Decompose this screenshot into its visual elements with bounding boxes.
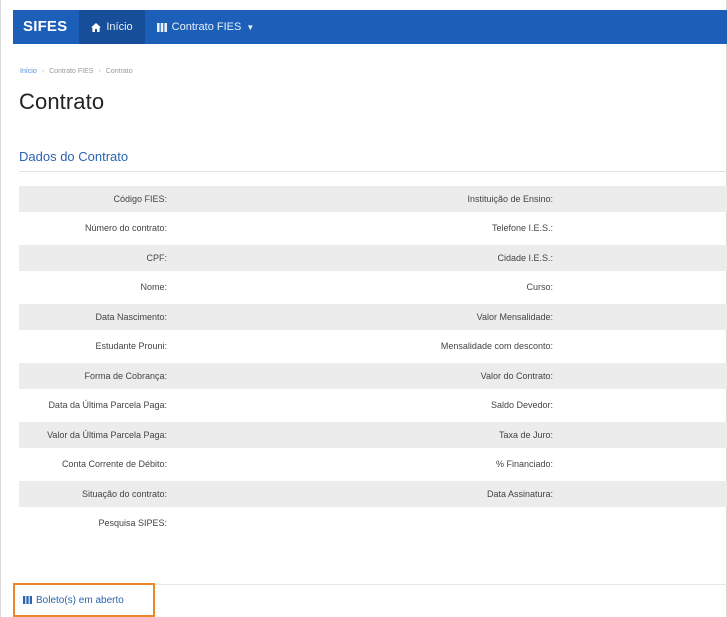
field-label: Data Nascimento: xyxy=(19,304,171,330)
field-label: Valor do Contrato: xyxy=(355,363,557,389)
table-icon xyxy=(23,596,32,604)
nav-menu-label: Contrato FIES xyxy=(171,21,242,33)
field-label: Forma de Cobrança: xyxy=(19,363,171,389)
field-row: CPF: Cidade I.E.S.: xyxy=(19,245,727,271)
field-value xyxy=(171,481,355,507)
field-row: Estudante Prouni: Mensalidade com descont… xyxy=(19,334,727,360)
boleto-highlight-box: Boleto(s) em aberto xyxy=(13,583,155,617)
field-value xyxy=(557,245,727,271)
field-value xyxy=(557,363,727,389)
field-value xyxy=(557,481,727,507)
field-row: Número do contrato: Telefone I.E.S.: xyxy=(19,216,727,242)
field-label: Conta Corrente de Débito: xyxy=(61,459,167,470)
page-frame: SIFES Início Contrato FIES ▼ Início › Cont… xyxy=(0,0,727,617)
brand-logo[interactable]: SIFES xyxy=(13,10,79,44)
field-value xyxy=(557,393,727,419)
field-value xyxy=(557,216,727,242)
field-row: Data da Última Parcela Paga: Saldo Devedo… xyxy=(19,393,727,419)
field-value xyxy=(171,393,355,419)
field-label: Pesquisa SIPES: xyxy=(98,518,167,529)
contract-fields-table: Código FIES: Instituição de Ensino: Número… xyxy=(19,186,727,540)
home-icon xyxy=(91,22,102,32)
boletos-em-aberto-link[interactable]: Boleto(s) em aberto xyxy=(23,595,124,606)
breadcrumb-home[interactable]: Início xyxy=(20,68,37,75)
field-label: Cidade I.E.S.: xyxy=(355,245,557,271)
nav-home[interactable]: Início xyxy=(79,10,145,44)
field-label: Código FIES: xyxy=(19,186,171,212)
top-navbar: SIFES Início Contrato FIES ▼ xyxy=(13,10,727,44)
field-label: CPF: xyxy=(19,245,171,271)
field-value xyxy=(557,422,727,448)
field-value xyxy=(557,452,727,478)
field-value xyxy=(171,275,355,301)
field-row: Conta Corrente de Débito: % Financiado: xyxy=(19,452,727,478)
field-value xyxy=(171,363,355,389)
field-row: Nome: Curso: xyxy=(19,275,727,301)
field-row: Forma de Cobrança: Valor do Contrato: xyxy=(19,363,727,389)
field-value xyxy=(171,334,355,360)
field-label: Mensalidade com desconto: xyxy=(440,341,553,352)
field-label: Valor da Última Parcela Paga: xyxy=(19,422,171,448)
field-label: Saldo Devedor: xyxy=(490,400,553,411)
field-label: Telefone I.E.S.: xyxy=(491,223,553,234)
field-value xyxy=(557,186,727,212)
field-label: Nome: xyxy=(140,282,167,293)
breadcrumb-contrato-fies[interactable]: Contrato FIES xyxy=(49,68,93,75)
field-row: Valor da Última Parcela Paga: Taxa de Jur… xyxy=(19,422,727,448)
nav-contrato-fies-menu[interactable]: Contrato FIES ▼ xyxy=(145,10,267,44)
field-row: Situação do contrato: Data Assinatura: xyxy=(19,481,727,507)
field-value xyxy=(557,275,727,301)
field-label: Situação do contrato: xyxy=(19,481,171,507)
field-value xyxy=(557,511,727,537)
field-label: % Financiado: xyxy=(495,459,553,470)
field-label: Curso: xyxy=(526,282,553,293)
breadcrumb: Início › Contrato FIES › Contrato xyxy=(20,68,133,75)
field-label xyxy=(355,511,557,537)
field-value xyxy=(557,304,727,330)
breadcrumb-separator: › xyxy=(41,68,45,75)
field-value xyxy=(171,452,355,478)
field-row: Código FIES: Instituição de Ensino: xyxy=(19,186,727,212)
field-value xyxy=(171,304,355,330)
field-row: Pesquisa SIPES: xyxy=(19,511,727,537)
field-label: Taxa de Juro: xyxy=(355,422,557,448)
table-icon xyxy=(156,22,167,32)
field-value xyxy=(171,511,355,537)
field-row: Data Nascimento: Valor Mensalidade: xyxy=(19,304,727,330)
divider xyxy=(19,171,727,172)
breadcrumb-current: Contrato xyxy=(105,68,133,75)
field-label: Data Assinatura: xyxy=(355,481,557,507)
field-label: Estudante Prouni: xyxy=(95,341,167,352)
page-title: Contrato xyxy=(19,89,105,114)
field-label: Número do contrato: xyxy=(84,223,167,234)
field-value xyxy=(171,422,355,448)
field-value xyxy=(171,216,355,242)
field-label: Instituição de Ensino: xyxy=(355,186,557,212)
caret-down-icon: ▼ xyxy=(246,22,255,32)
field-value xyxy=(171,186,355,212)
nav-home-label: Início xyxy=(106,21,133,33)
field-value xyxy=(171,245,355,271)
field-label: Valor Mensalidade: xyxy=(355,304,557,330)
section-title: Dados do Contrato xyxy=(19,149,129,164)
boletos-link-label: Boleto(s) em aberto xyxy=(36,594,124,606)
field-value xyxy=(557,334,727,360)
field-label: Data da Última Parcela Paga: xyxy=(48,400,167,411)
breadcrumb-separator: › xyxy=(98,68,101,75)
